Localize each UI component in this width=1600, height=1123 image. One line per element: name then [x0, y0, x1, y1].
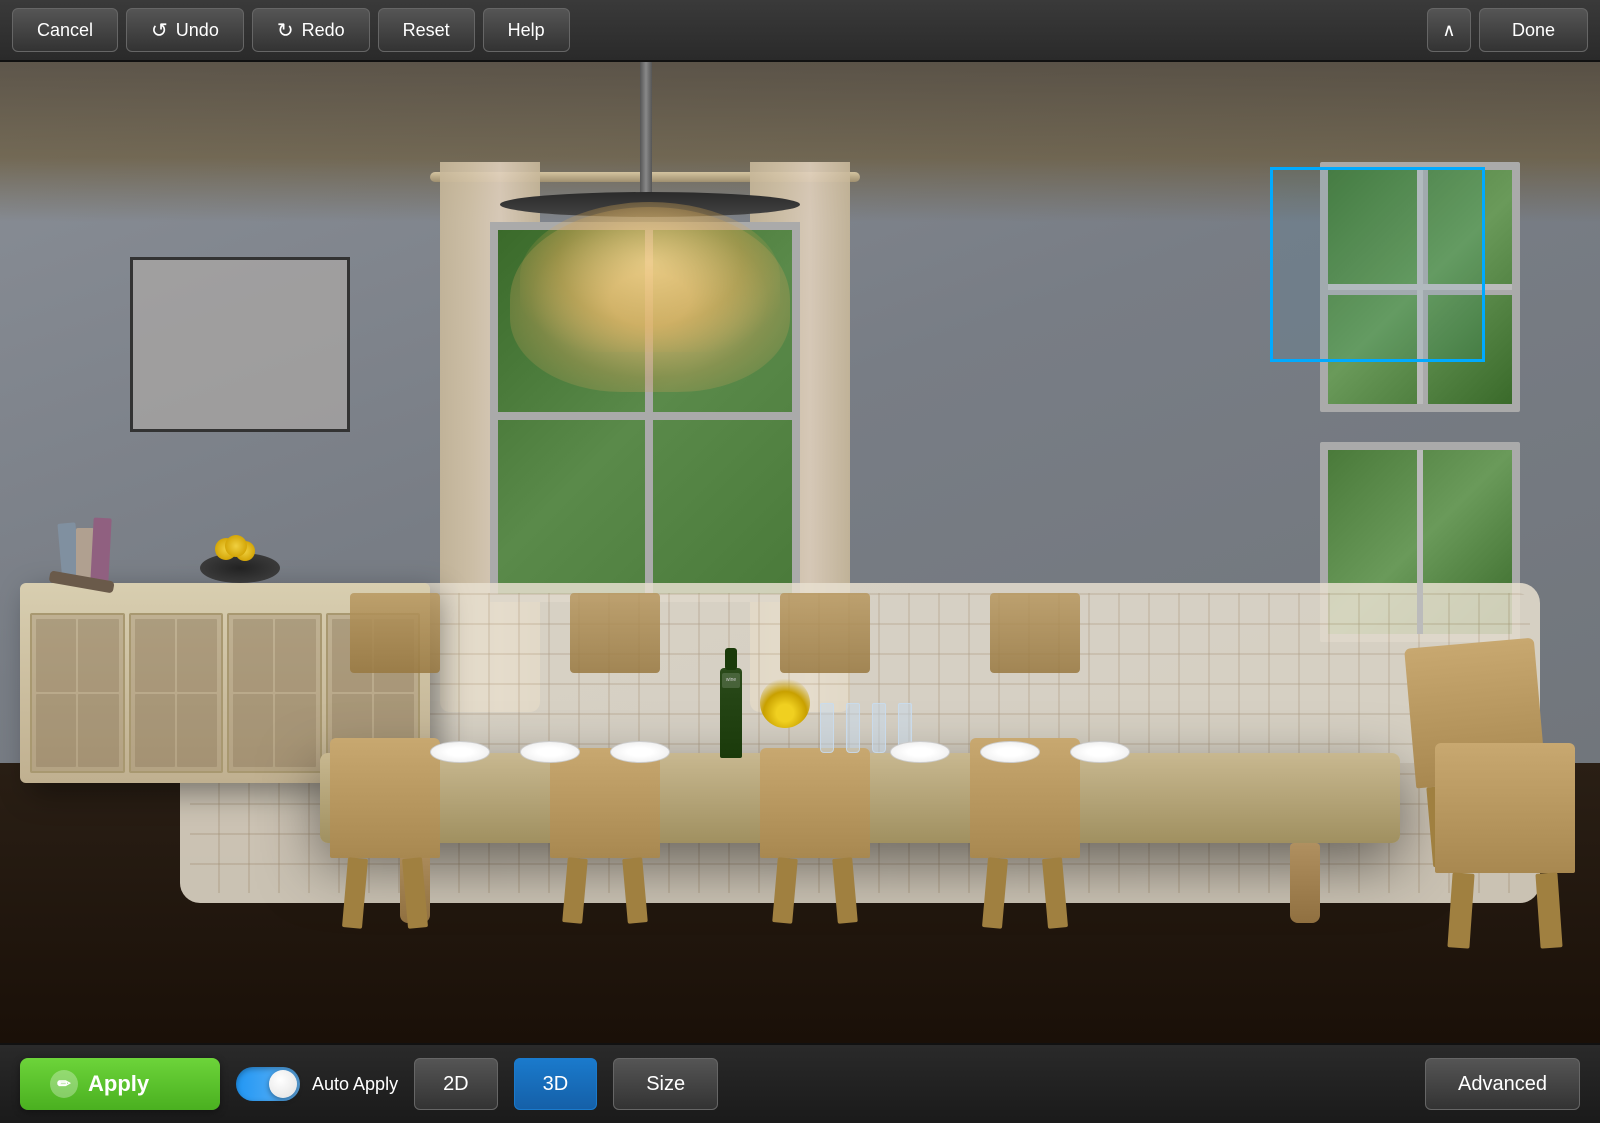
apply-button[interactable]: ✏ Apply	[20, 1058, 220, 1110]
chandelier-glow	[520, 202, 780, 352]
advanced-button[interactable]: Advanced	[1425, 1058, 1580, 1110]
art-frame[interactable]	[130, 257, 350, 432]
done-button[interactable]: Done	[1479, 8, 1588, 52]
chair-back-right	[990, 593, 1080, 673]
scene-viewport[interactable]: wine	[0, 62, 1600, 1043]
flower-vase	[760, 678, 810, 758]
chair-back-left	[350, 593, 440, 673]
undo-icon: ↺	[151, 18, 168, 43]
chandelier	[490, 192, 810, 392]
books-decor	[60, 513, 130, 583]
auto-apply-label: Auto Apply	[312, 1074, 398, 1095]
chair-front-left	[330, 738, 440, 858]
sideboard-door-3	[227, 613, 322, 773]
chair-right-front	[1435, 743, 1575, 873]
door-pane	[78, 694, 118, 767]
door-pane	[177, 694, 217, 767]
view-3d-button[interactable]: 3D	[514, 1058, 598, 1110]
undo-button[interactable]: ↺ Undo	[126, 8, 244, 52]
door-pane	[233, 619, 273, 692]
door-pane	[36, 694, 76, 767]
chevron-up-button[interactable]: ∧	[1427, 8, 1471, 52]
door-pane	[275, 619, 315, 692]
reset-label: Reset	[403, 20, 450, 41]
plates-right	[890, 741, 1130, 763]
bottom-toolbar: ✏ Apply Auto Apply 2D 3D Size Advanced	[0, 1043, 1600, 1123]
done-label: Done	[1512, 20, 1555, 40]
door-pane	[36, 619, 76, 692]
undo-label: Undo	[176, 20, 219, 41]
help-button[interactable]: Help	[483, 8, 570, 52]
fruit-bowl	[200, 553, 280, 583]
apply-icon: ✏	[50, 1070, 78, 1098]
reset-button[interactable]: Reset	[378, 8, 475, 52]
sideboard-door-2	[129, 613, 224, 773]
redo-button[interactable]: ↻ Redo	[252, 8, 370, 52]
advanced-label: Advanced	[1458, 1073, 1547, 1095]
window-right-top	[1320, 162, 1520, 412]
chair-back-center-left	[570, 593, 660, 673]
help-label: Help	[508, 20, 545, 41]
door-pane	[233, 694, 273, 767]
door-pane	[177, 619, 217, 692]
door-pane	[78, 619, 118, 692]
size-label: Size	[646, 1073, 685, 1095]
redo-icon: ↻	[277, 18, 294, 43]
auto-apply-toggle[interactable]	[236, 1067, 300, 1101]
door-pane	[275, 694, 315, 767]
toggle-knob	[269, 1070, 297, 1098]
size-button[interactable]: Size	[613, 1058, 718, 1110]
view-3d-label: 3D	[543, 1073, 569, 1095]
chair-front-right-center	[760, 748, 870, 858]
chandelier-chain	[640, 62, 652, 202]
wine-bottle: wine	[720, 668, 742, 758]
apply-label: Apply	[88, 1071, 149, 1097]
view-2d-label: 2D	[443, 1073, 469, 1095]
redo-label: Redo	[302, 20, 345, 41]
chair-back-center-right	[780, 593, 870, 673]
view-2d-button[interactable]: 2D	[414, 1058, 498, 1110]
auto-apply-container: Auto Apply	[236, 1067, 398, 1101]
sideboard-door-1	[30, 613, 125, 773]
chevron-up-icon: ∧	[1442, 20, 1455, 41]
chair-front-center	[550, 748, 660, 858]
cancel-label: Cancel	[37, 20, 93, 41]
plates-left	[430, 741, 670, 763]
door-pane	[135, 694, 175, 767]
cancel-button[interactable]: Cancel	[12, 8, 118, 52]
door-pane	[135, 619, 175, 692]
toolbar: Cancel ↺ Undo ↻ Redo Reset Help ∧ Done	[0, 0, 1600, 62]
